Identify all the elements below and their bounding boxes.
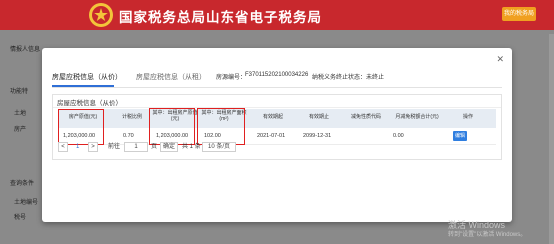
highlight-box-rent-value <box>149 108 195 145</box>
bg-section-label: 情报人信息 <box>10 47 41 53</box>
bg-section-label: 查询条件 <box>10 181 35 187</box>
my-tax-bureau-button[interactable]: 我的税务局 <box>502 7 536 21</box>
page-scrollbar[interactable] <box>549 34 554 244</box>
prev-page-button[interactable]: < <box>58 142 68 152</box>
edit-button[interactable]: 编辑 <box>453 131 467 141</box>
cell-valid-from: 2021-07-01 <box>257 133 286 139</box>
current-page[interactable]: 1 <box>76 142 79 152</box>
bg-field-label: 税号 <box>14 215 27 221</box>
panel-title: 房屋应税信息（从价） <box>57 100 122 107</box>
column-header-relief-total: 月减免税额合计(元) <box>395 114 439 120</box>
bg-item-label: 土地 <box>14 111 27 117</box>
site-header: 国家税务总局山东省电子税务局 我的税务局 <box>0 0 554 30</box>
highlight-box-original-value <box>58 109 104 145</box>
tab-divider <box>52 87 502 88</box>
bg-section-label: 功能特 <box>10 89 29 95</box>
close-icon[interactable]: ✕ <box>496 55 504 64</box>
house-no-label: 房源编号： <box>216 75 247 81</box>
house-tax-info-dialog: ✕ 房屋应税信息（从价） 房屋应税信息（从租） 房源编号： F370115202… <box>42 48 512 222</box>
cell-relief-total: 0.00 <box>393 133 404 139</box>
confirm-button[interactable]: 确定 <box>160 142 178 152</box>
house-no-value: F370115202100034226 <box>245 72 309 78</box>
page-size-select[interactable]: 10 条/页 <box>202 142 236 152</box>
column-header-relief-code: 减免性质代码 <box>350 114 381 120</box>
site-title: 国家税务总局山东省电子税务局 <box>119 10 322 25</box>
bg-item-label: 房产 <box>14 127 27 133</box>
status-label: 纳税义务终止状态： <box>312 75 367 81</box>
tab-rent-based[interactable]: 房屋应税信息（从租） <box>136 72 206 82</box>
tab-ad-valorem[interactable]: 房屋应税信息（从价） <box>52 72 122 82</box>
goto-label: 前往 <box>108 144 121 150</box>
cell-valid-to: 2099-12-31 <box>303 133 332 139</box>
highlight-box-rent-area <box>197 108 245 145</box>
page-unit: 页 <box>151 144 158 150</box>
total-count: 共 1 条 <box>182 144 201 150</box>
goto-page-input[interactable]: 1 <box>124 142 148 152</box>
panel-divider <box>53 107 501 108</box>
tax-emblem-icon <box>89 3 113 27</box>
column-header-action: 操作 <box>462 114 473 120</box>
next-page-button[interactable]: > <box>88 142 98 152</box>
column-header-valid-from: 有效期起 <box>262 114 283 120</box>
cell-tax-ratio: 0.70 <box>123 133 134 139</box>
status-value: 未终止 <box>366 75 385 81</box>
table-header: 房产原值(元) 计税比例 其中：出租房产原值(元) 其中：出租房产面积(m²) … <box>59 109 496 128</box>
activation-watermark-hint: 转到"设置"以激活 Windows。 <box>448 232 527 238</box>
column-header-tax-ratio: 计税比例 <box>121 114 142 120</box>
column-header-valid-to: 有效期止 <box>308 114 329 120</box>
bg-field-label: 土地编号 <box>14 200 39 206</box>
